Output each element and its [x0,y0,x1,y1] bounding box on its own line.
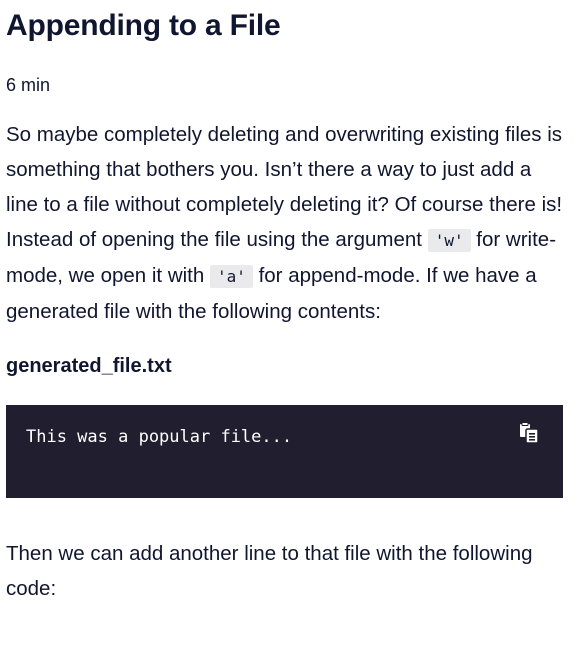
copy-code-button[interactable] [517,421,541,445]
code-block: This was a popular file... [6,405,563,498]
lesson-title: Appending to a File [6,9,281,42]
followup-paragraph: Then we can add another line to that fil… [6,542,533,600]
inline-code-write-mode: 'w' [427,229,471,252]
lesson-duration: 6 min [6,75,51,95]
intro-paragraph: So maybe completely deleting and overwri… [6,117,563,329]
inline-code-append-mode: 'a' [209,265,253,288]
copy-icon [520,422,539,444]
lesson-content: Appending to a File 6 min So maybe compl… [0,0,579,651]
code-block-text: This was a popular file... [26,427,293,447]
file-name-heading: generated_file.txt [6,355,172,377]
